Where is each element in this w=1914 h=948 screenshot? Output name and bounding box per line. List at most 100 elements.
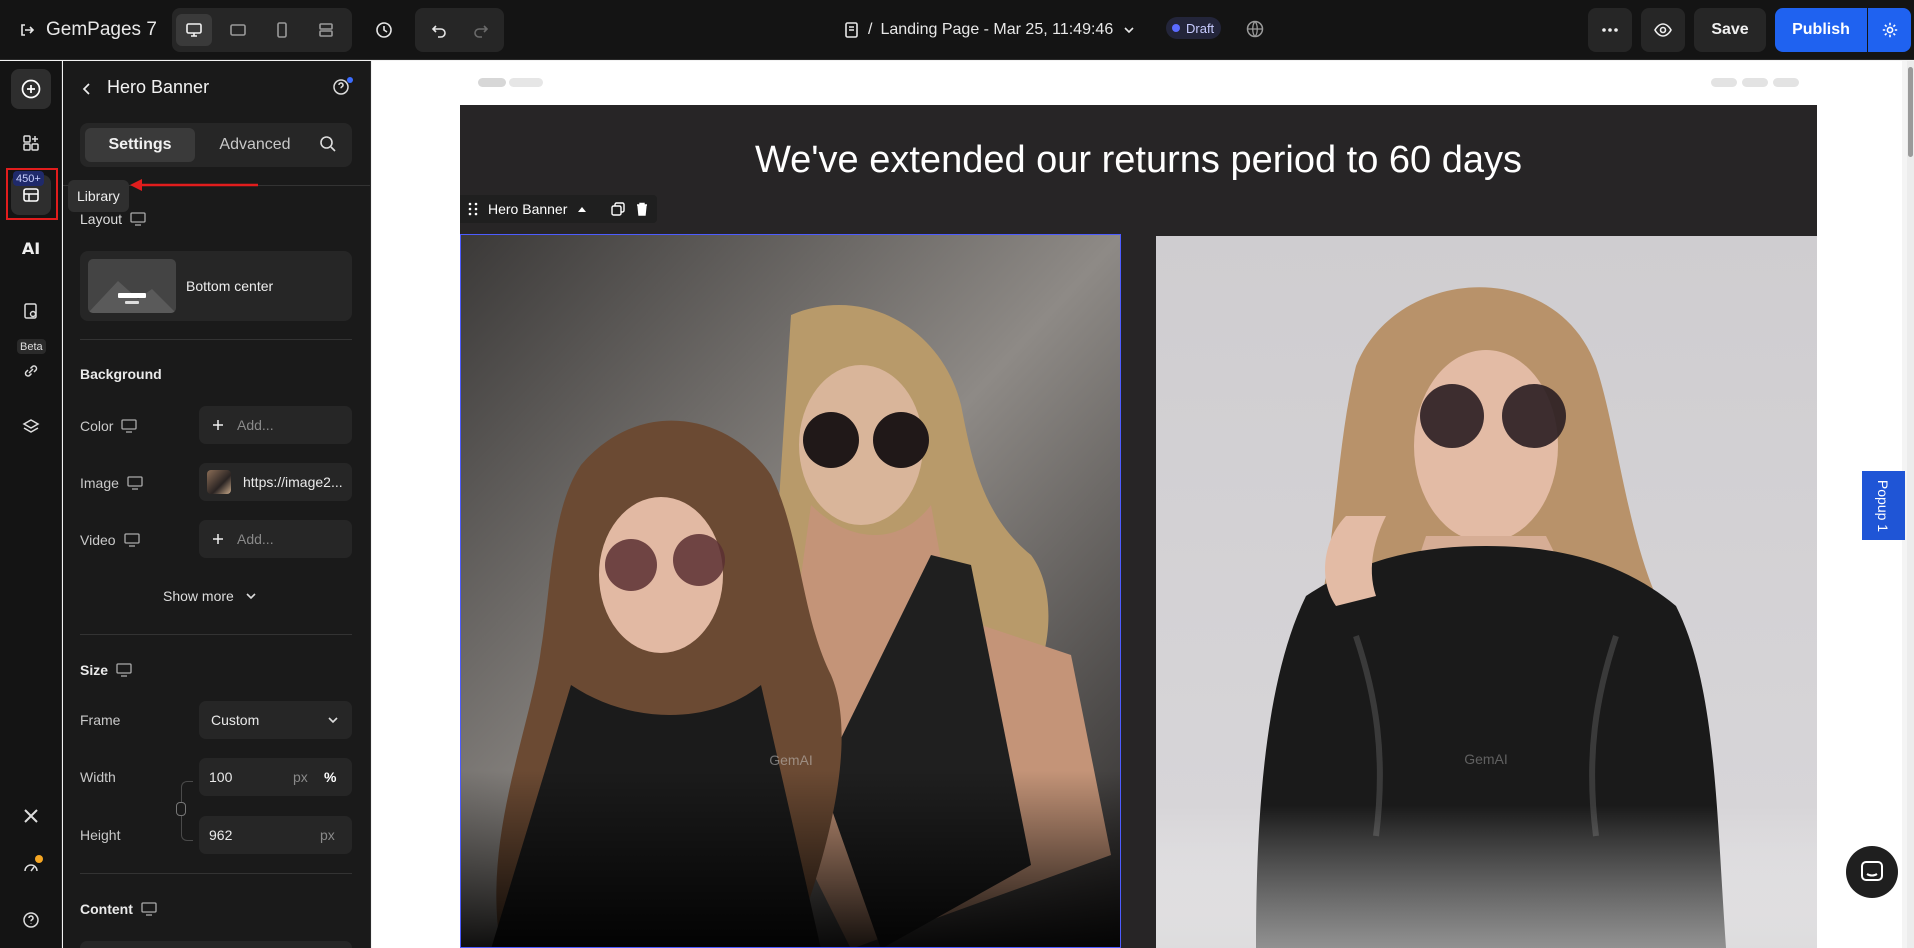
height-unit: px [320, 827, 335, 843]
more-options-button[interactable] [1588, 8, 1632, 52]
header-placeholder [1773, 78, 1799, 87]
page-analytics-button[interactable] [11, 291, 51, 331]
width-input[interactable]: 100 px % [199, 758, 352, 796]
beta-feature-button[interactable] [11, 351, 51, 391]
page-icon [845, 22, 858, 38]
eye-icon [1654, 23, 1672, 37]
top-toolbar: GemPages 7 / Landing Page - Mar 25, 11:4… [0, 0, 1914, 60]
page-selector[interactable]: / Landing Page - Mar 25, 11:49:46 [842, 16, 1137, 44]
search-icon [320, 136, 336, 152]
scrollbar-track[interactable] [1907, 61, 1914, 948]
watermark: GemAI [769, 752, 813, 768]
banner-headline[interactable]: We've extended our returns period to 60 … [460, 139, 1817, 182]
content-heading: Content [80, 901, 157, 917]
responsive-view-button[interactable] [308, 14, 344, 46]
frame-select[interactable]: Custom [199, 701, 352, 739]
drag-handle-icon[interactable] [468, 202, 478, 216]
status-text: Draft [1186, 20, 1215, 36]
chevron-down-icon [246, 593, 256, 600]
image-field[interactable]: https://image2... [199, 463, 352, 501]
element-tag-label[interactable]: Hero Banner [488, 201, 567, 217]
scrollbar-thumb[interactable] [1908, 67, 1913, 157]
back-to-dashboard[interactable]: GemPages 7 [18, 16, 157, 44]
search-settings-button[interactable] [318, 134, 338, 159]
hero-banner-section[interactable]: We've extended our returns period to 60 … [460, 105, 1817, 948]
sections-button[interactable] [11, 123, 51, 163]
publish-settings-button[interactable] [1868, 8, 1911, 52]
language-button[interactable] [1240, 14, 1270, 44]
desktop-view-button[interactable] [176, 14, 212, 46]
hero-banner-image-right[interactable]: GemAI [1156, 236, 1817, 948]
grid-icon [23, 135, 39, 151]
duplicate-icon[interactable] [611, 202, 626, 216]
caret-up-icon[interactable] [577, 205, 587, 213]
element-toolbar: Hero Banner [460, 195, 658, 223]
layers-button[interactable] [11, 407, 51, 447]
globe-icon [1246, 20, 1264, 38]
ai-button[interactable]: AI [11, 228, 51, 268]
help-doc-button[interactable] [331, 77, 353, 99]
status-dot [1172, 24, 1180, 32]
undo-button[interactable] [421, 14, 457, 46]
color-field[interactable]: Add... [199, 406, 352, 444]
width-label: Width [80, 769, 116, 785]
plus-icon [213, 420, 223, 430]
layers-icon [22, 419, 40, 433]
frame-value: Custom [211, 712, 260, 728]
x-social-button[interactable] [11, 796, 51, 836]
size-heading-text: Size [80, 662, 109, 678]
editor-canvas[interactable]: We've extended our returns period to 60 … [372, 61, 1914, 948]
panel-tabs: Settings Advanced [80, 123, 352, 167]
more-icon [1602, 28, 1618, 32]
height-value: 962 [209, 827, 233, 843]
panel-title: Hero Banner [107, 77, 210, 97]
image-label-text: Image [80, 475, 119, 491]
color-label: Color [80, 418, 138, 434]
plus-circle-icon [21, 79, 41, 99]
height-input[interactable]: 962 px [199, 816, 352, 854]
trash-icon[interactable] [635, 202, 649, 216]
show-more-button[interactable]: Show more [163, 588, 258, 604]
video-field[interactable]: Add... [199, 520, 352, 558]
link-dimensions-toggle[interactable] [176, 802, 186, 816]
gear-icon [1882, 22, 1897, 38]
layout-picker[interactable]: Bottom center [80, 251, 352, 321]
unit-px[interactable]: px [293, 769, 308, 785]
device-icon [127, 476, 143, 490]
layout-thumbnail [88, 259, 176, 313]
history-button[interactable] [368, 14, 400, 46]
undo-redo-group [415, 8, 504, 52]
help-button[interactable] [11, 900, 51, 940]
size-heading: Size [80, 662, 132, 678]
performance-button[interactable] [11, 847, 51, 887]
brand-name: GemPages 7 [46, 19, 157, 40]
back-button[interactable] [77, 79, 97, 99]
image-url: https://image2... [243, 474, 343, 490]
color-label-text: Color [80, 418, 114, 434]
height-label: Height [80, 827, 121, 843]
content-field[interactable] [80, 941, 352, 948]
layout-heading: Layout [80, 211, 146, 227]
chat-icon [1861, 861, 1883, 881]
divider [80, 873, 352, 874]
unit-percent[interactable]: % [324, 769, 336, 785]
save-button[interactable]: Save [1694, 8, 1766, 52]
publish-button[interactable]: Publish [1775, 8, 1867, 52]
add-element-button[interactable] [11, 69, 51, 109]
tab-advanced[interactable]: Advanced [200, 128, 310, 162]
clock-icon [376, 22, 392, 38]
mobile-view-button[interactable] [264, 14, 300, 46]
device-icon [141, 902, 157, 916]
page-title: Landing Page - Mar 25, 11:49:46 [880, 21, 1114, 38]
tab-settings[interactable]: Settings [85, 128, 195, 162]
popup-tab[interactable]: Popup 1 [1862, 471, 1905, 540]
link-icon [24, 365, 38, 377]
header-placeholder [1742, 78, 1768, 87]
tablet-landscape-button[interactable] [220, 14, 256, 46]
chat-button[interactable] [1846, 846, 1898, 898]
redo-button[interactable] [463, 14, 499, 46]
hero-banner-image-left[interactable]: GemAI [460, 234, 1121, 948]
preview-button[interactable] [1641, 8, 1685, 52]
device-icon [123, 533, 140, 547]
background-heading: Background [80, 366, 162, 382]
